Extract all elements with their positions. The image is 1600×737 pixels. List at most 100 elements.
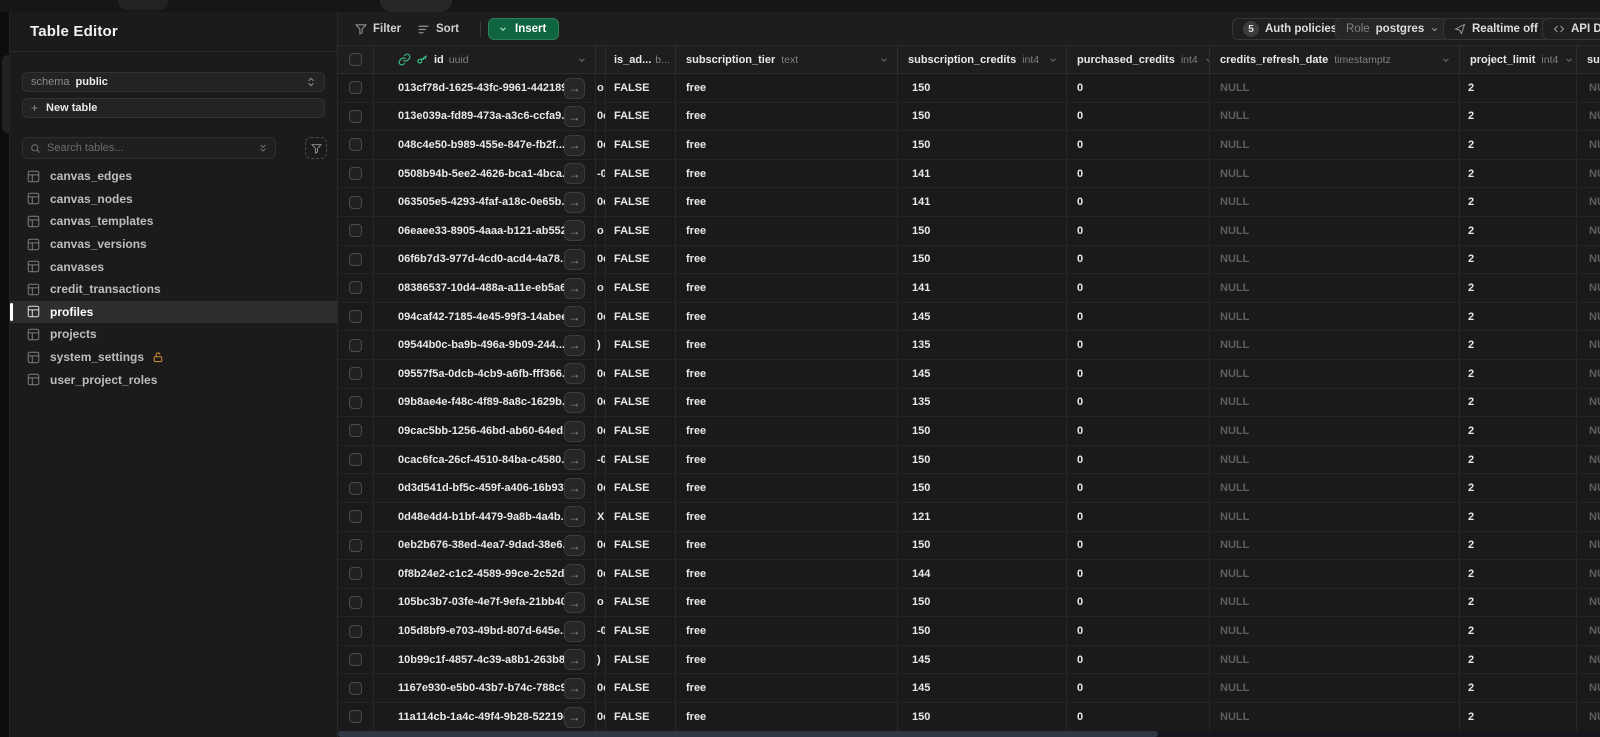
row-checkbox[interactable] xyxy=(349,710,362,724)
row-checkbox[interactable] xyxy=(349,109,362,123)
expand-row-button[interactable]: → xyxy=(564,449,585,471)
cell-project-limit[interactable]: 2 xyxy=(1460,474,1577,502)
row-checkbox[interactable] xyxy=(349,224,362,238)
cell-cutoff-column[interactable]: NULL xyxy=(1577,560,1600,588)
cell-subscription-tier[interactable]: free xyxy=(676,131,898,159)
cell-project-limit[interactable]: 2 xyxy=(1460,417,1577,445)
sidebar-item-credit_transactions[interactable]: credit_transactions xyxy=(10,278,337,301)
cell-id[interactable]: 11a114cb-1a4c-49f4-9b28-52219ec... → xyxy=(374,703,596,731)
cell-id[interactable]: 09557f5a-0dcb-4cb9-a6fb-fff366... → xyxy=(374,359,596,388)
realtime-toggle-button[interactable]: Realtime off xyxy=(1443,18,1549,40)
cell-cutoff-column[interactable]: NULL xyxy=(1577,674,1600,702)
cell-project-limit[interactable]: 2 xyxy=(1460,617,1577,645)
cell-subscription-credits[interactable]: 150 xyxy=(898,74,1067,102)
cell-cutoff-column[interactable]: NULL xyxy=(1577,303,1600,331)
row-select-cell[interactable] xyxy=(338,445,374,474)
row-select-cell[interactable] xyxy=(338,302,374,331)
cell-project-limit[interactable]: 2 xyxy=(1460,188,1577,216)
cell-credits-refresh-date[interactable]: NULL xyxy=(1210,159,1460,188)
row-checkbox[interactable] xyxy=(349,653,362,667)
cell-is-admin[interactable]: FALSE xyxy=(606,359,676,388)
cell-subscription-credits[interactable]: 141 xyxy=(898,159,1067,188)
cell-id[interactable]: 1167e930-e5b0-43b7-b74c-788c9... → xyxy=(374,674,596,703)
search-tables-input[interactable] xyxy=(47,142,252,154)
row-select-cell[interactable] xyxy=(338,703,374,731)
row-checkbox[interactable] xyxy=(349,395,362,409)
cell-subscription-credits[interactable]: 145 xyxy=(898,302,1067,331)
row-select-cell[interactable] xyxy=(338,159,374,188)
cell-subscription-tier[interactable]: free xyxy=(676,445,898,474)
cell-is-admin[interactable]: FALSE xyxy=(606,102,676,131)
cell-purchased-credits[interactable]: 0 xyxy=(1067,331,1210,359)
cell-subscription-tier[interactable]: free xyxy=(676,474,898,502)
row-select-cell[interactable] xyxy=(338,560,374,588)
cell-credits-refresh-date[interactable]: NULL xyxy=(1210,274,1460,302)
cell-id[interactable]: 09b8ae4e-f48c-4f89-8a8c-1629b... → xyxy=(374,388,596,417)
cell-purchased-credits[interactable]: 0 xyxy=(1067,159,1210,188)
row-select-cell[interactable] xyxy=(338,645,374,674)
cell-project-limit[interactable]: 2 xyxy=(1460,531,1577,560)
cell-subscription-tier[interactable]: free xyxy=(676,274,898,302)
cell-is-admin[interactable]: FALSE xyxy=(606,531,676,560)
cell-purchased-credits[interactable]: 0 xyxy=(1067,445,1210,474)
row-checkbox[interactable] xyxy=(349,624,362,638)
cell-purchased-credits[interactable]: 0 xyxy=(1067,131,1210,159)
column-header-cutoff[interactable]: su xyxy=(1577,46,1600,73)
api-docs-button[interactable]: API Do xyxy=(1542,18,1600,40)
nav-rail-item[interactable] xyxy=(2,55,10,133)
cell-purchased-credits[interactable]: 0 xyxy=(1067,617,1210,645)
cell-cutoff-column[interactable]: NULL xyxy=(1577,446,1600,474)
select-all-checkbox[interactable] xyxy=(349,53,362,66)
cell-cutoff-column[interactable]: NULL xyxy=(1577,417,1600,445)
sort-button[interactable]: Sort xyxy=(417,18,459,40)
cell-project-limit[interactable]: 2 xyxy=(1460,131,1577,159)
cell-cutoff-column[interactable]: NULL xyxy=(1577,703,1600,731)
cell-subscription-tier[interactable]: free xyxy=(676,102,898,131)
cell-collapsed-column[interactable]: o xyxy=(596,274,606,302)
expand-row-button[interactable]: → xyxy=(564,563,585,585)
cell-collapsed-column[interactable]: 0c xyxy=(596,703,606,731)
cell-project-limit[interactable]: 2 xyxy=(1460,359,1577,388)
cell-is-admin[interactable]: FALSE xyxy=(606,674,676,703)
cell-collapsed-column[interactable]: o xyxy=(596,216,606,245)
cell-subscription-credits[interactable]: 135 xyxy=(898,388,1067,417)
row-select-cell[interactable] xyxy=(338,102,374,131)
cell-project-limit[interactable]: 2 xyxy=(1460,388,1577,417)
row-select-cell[interactable] xyxy=(338,588,374,617)
cell-collapsed-column[interactable]: 0c xyxy=(596,188,606,216)
cell-is-admin[interactable]: FALSE xyxy=(606,417,676,445)
schema-select[interactable]: schema public xyxy=(22,72,325,92)
expand-row-button[interactable]: → xyxy=(564,306,585,328)
row-select-cell[interactable] xyxy=(338,617,374,645)
cell-is-admin[interactable]: FALSE xyxy=(606,331,676,359)
cell-id[interactable]: 06f6b7d3-977d-4cd0-acd4-4a78... → xyxy=(374,245,596,274)
cell-subscription-credits[interactable]: 150 xyxy=(898,588,1067,617)
expand-row-button[interactable]: → xyxy=(564,334,585,356)
cell-subscription-tier[interactable]: free xyxy=(676,417,898,445)
cell-subscription-tier[interactable]: free xyxy=(676,188,898,216)
cell-id[interactable]: 013cf78d-1625-43fc-9961-442189... → xyxy=(374,74,596,102)
cell-project-limit[interactable]: 2 xyxy=(1460,74,1577,102)
cell-credits-refresh-date[interactable]: NULL xyxy=(1210,474,1460,502)
row-checkbox[interactable] xyxy=(349,167,362,181)
cell-is-admin[interactable]: FALSE xyxy=(606,502,676,531)
row-checkbox[interactable] xyxy=(349,595,362,609)
cell-id[interactable]: 0508b94b-5ee2-4626-bca1-4bca... → xyxy=(374,159,596,188)
sidebar-item-system_settings[interactable]: system_settings xyxy=(10,346,337,369)
cell-id[interactable]: 0cac6fca-26cf-4510-84ba-c4580... → xyxy=(374,445,596,474)
cell-purchased-credits[interactable]: 0 xyxy=(1067,388,1210,417)
auth-policies-button[interactable]: 5 Auth policies xyxy=(1232,18,1349,40)
cell-subscription-tier[interactable]: free xyxy=(676,388,898,417)
cell-cutoff-column[interactable]: NULL xyxy=(1577,646,1600,674)
cell-id[interactable]: 09cac5bb-1256-46bd-ab60-64ed... → xyxy=(374,417,596,445)
cell-id[interactable]: 06eaee33-8905-4aaa-b121-ab552... → xyxy=(374,216,596,245)
cell-collapsed-column[interactable]: -0 xyxy=(596,159,606,188)
cell-credits-refresh-date[interactable]: NULL xyxy=(1210,531,1460,560)
cell-cutoff-column[interactable]: NULL xyxy=(1577,74,1600,102)
row-select-cell[interactable] xyxy=(338,674,374,703)
cell-id[interactable]: 094caf42-7185-4e45-99f3-14abee... → xyxy=(374,302,596,331)
cell-subscription-tier[interactable]: free xyxy=(676,331,898,359)
cell-purchased-credits[interactable]: 0 xyxy=(1067,74,1210,102)
row-checkbox[interactable] xyxy=(349,567,362,581)
cell-is-admin[interactable]: FALSE xyxy=(606,703,676,731)
